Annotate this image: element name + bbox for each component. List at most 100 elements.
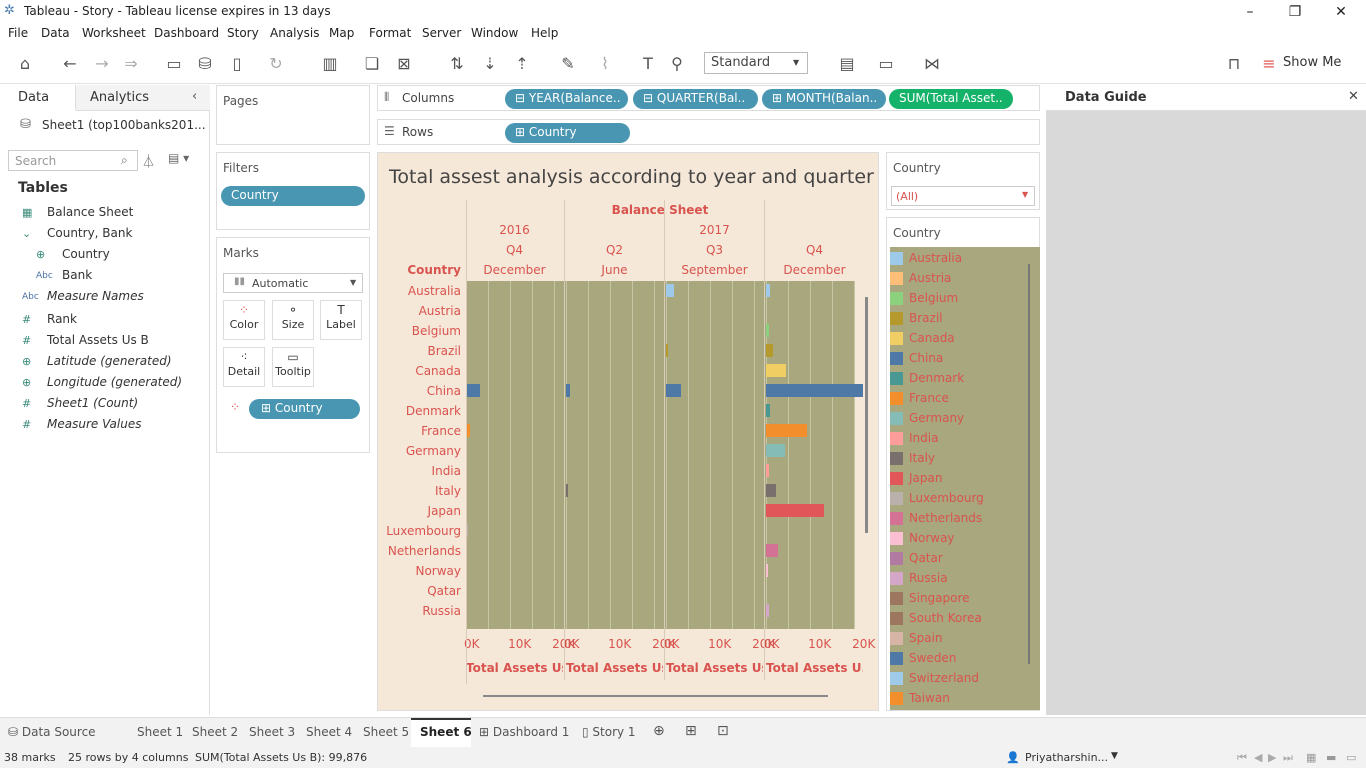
legend-item[interactable]: Brazil [890,309,1020,329]
replay-icon[interactable]: ⇒ [120,54,142,74]
sort-desc-icon[interactable]: ⇡ [511,54,533,74]
tooltip-button[interactable]: ▭ Tooltip [272,347,314,387]
refresh-icon[interactable]: ↻ [265,54,287,74]
legend-item[interactable]: Italy [890,449,1020,469]
field-item[interactable]: Measure Names [47,289,144,303]
sort-asc-icon[interactable]: ⇣ [479,54,501,74]
legend-item[interactable]: Singapore [890,589,1020,609]
tab-sheet-6[interactable]: Sheet 6 [420,725,472,739]
legend-item[interactable]: Austria [890,269,1020,289]
new-worksheet-icon[interactable]: ▥ [319,54,341,74]
close-icon[interactable]: ✕ [1348,89,1359,104]
filmstrip-view-icon[interactable]: ▬ [1326,751,1336,764]
collapse-pane-icon[interactable]: ‹ [192,89,197,104]
highlight-icon[interactable]: ✎ [557,54,579,74]
save-icon[interactable]: ▭ [163,54,185,74]
tab-sheet-1[interactable]: Sheet 1 [137,725,183,739]
menu-window[interactable]: Window [471,26,518,40]
legend-scrollbar[interactable] [1028,264,1030,664]
legend-item[interactable]: Sweden [890,649,1020,669]
view-mode-select[interactable]: Standard ▼ [704,52,808,74]
datasource-name[interactable]: Sheet1 (top100banks201... [42,118,206,132]
menu-analysis[interactable]: Analysis [270,26,319,40]
filter-pill-country[interactable]: Country [221,186,365,206]
label-button[interactable]: T Label [320,300,362,340]
legend-item[interactable]: Spain [890,629,1020,649]
legend-item[interactable]: China [890,349,1020,369]
column-pill-sum-assets[interactable]: SUM(Total Asset.. [889,89,1013,109]
field-item[interactable]: Country [62,247,110,261]
menu-server[interactable]: Server [422,26,461,40]
new-datasource-icon[interactable]: ⛁ [194,54,216,74]
new-story-icon[interactable]: ⊡ [717,723,729,739]
tab-data[interactable]: Data [0,85,76,111]
first-page-icon[interactable]: ⏮ [1237,751,1247,765]
legend-item[interactable]: Canada [890,329,1020,349]
field-item[interactable]: Balance Sheet [47,205,133,219]
column-pill-quarter[interactable]: ⊟ QUARTER(Bal.. [633,89,758,109]
field-item[interactable]: Latitude (generated) [47,354,172,368]
legend-item[interactable]: Denmark [890,369,1020,389]
vertical-scrollbar[interactable] [865,297,868,533]
menu-story[interactable]: Story [227,26,259,40]
legend-item[interactable]: Luxembourg [890,489,1020,509]
pin-icon[interactable]: ⚲ [666,54,688,74]
legend-item[interactable]: Germany [890,409,1020,429]
show-cards-icon[interactable]: ▤ [836,54,858,74]
status-user[interactable]: Priyatharshin... [1025,751,1108,764]
format-painter-icon[interactable]: ⊓ [1223,54,1245,74]
row-pill-country[interactable]: ⊞ Country [505,123,630,143]
menu-format[interactable]: Format [369,26,411,40]
field-item[interactable]: Country, Bank [47,226,132,240]
legend-item[interactable]: Belgium [890,289,1020,309]
minimize-icon[interactable]: – [1240,2,1260,22]
legend-item[interactable]: Australia [890,249,1020,269]
duplicate-icon[interactable]: ❏ [361,54,383,74]
view-list-icon[interactable]: ▤ ▾ [168,151,189,165]
legend-item[interactable]: Switzerland [890,669,1020,689]
filter-icon[interactable]: ⏃ [142,151,155,170]
menu-help[interactable]: Help [531,26,558,40]
tab-sheet-3[interactable]: Sheet 3 [249,725,295,739]
tab-sheet-4[interactable]: Sheet 4 [306,725,352,739]
size-button[interactable]: ⚬ Size [272,300,314,340]
field-item[interactable]: Longitude (generated) [47,375,182,389]
menu-dashboard[interactable]: Dashboard [154,26,219,40]
group-icon[interactable]: ⌇ [594,54,616,74]
column-pill-year[interactable]: ⊟ YEAR(Balance.. [505,89,628,109]
new-sheet-icon[interactable]: ⊕ [653,723,665,739]
color-button[interactable]: ⁘ Color [223,300,265,340]
tab-dashboard-1[interactable]: ⊞ Dashboard 1 [479,725,569,739]
legend-item[interactable]: Qatar [890,549,1020,569]
close-icon[interactable]: ✕ [1331,2,1351,22]
redo-icon[interactable]: → [91,54,113,74]
search-input[interactable]: Search ⌕ [8,150,138,171]
detail-button[interactable]: ⁖ Detail [223,347,265,387]
field-item[interactable]: Total Assets Us B [47,333,149,347]
share-icon[interactable]: ⋈ [921,54,943,74]
undo-icon[interactable]: ← [59,54,81,74]
tab-data-source[interactable]: ⛁ Data Source [8,725,96,739]
legend-item[interactable]: South Korea [890,609,1020,629]
show-me-button[interactable]: Show Me [1283,55,1341,70]
new-dashboard-icon[interactable]: ⊞ [685,723,697,739]
next-page-icon[interactable]: ▶ [1268,751,1276,764]
grid-view-icon[interactable]: ▦ [1306,751,1316,764]
legend-item[interactable]: Netherlands [890,509,1020,529]
legend-item[interactable]: France [890,389,1020,409]
swap-icon[interactable]: ⇅ [446,54,468,74]
field-item[interactable]: Bank [62,268,92,282]
color-pill-country[interactable]: ⊞ Country [249,399,360,419]
field-item[interactable]: Measure Values [47,417,141,431]
prev-page-icon[interactable]: ◀ [1254,751,1262,764]
presentation-icon[interactable]: ▭ [875,54,897,74]
column-pill-month[interactable]: ⊞ MONTH(Balan.. [762,89,886,109]
field-item[interactable]: Rank [47,312,77,326]
legend-item[interactable]: Japan [890,469,1020,489]
tab-view-icon[interactable]: ▭ [1346,751,1356,764]
legend-item[interactable]: India [890,429,1020,449]
horizontal-scrollbar[interactable] [483,695,828,697]
restore-icon[interactable]: ❐ [1285,2,1305,22]
country-filter-select[interactable]: (All) ▼ [891,186,1035,206]
menu-file[interactable]: File [8,26,28,40]
